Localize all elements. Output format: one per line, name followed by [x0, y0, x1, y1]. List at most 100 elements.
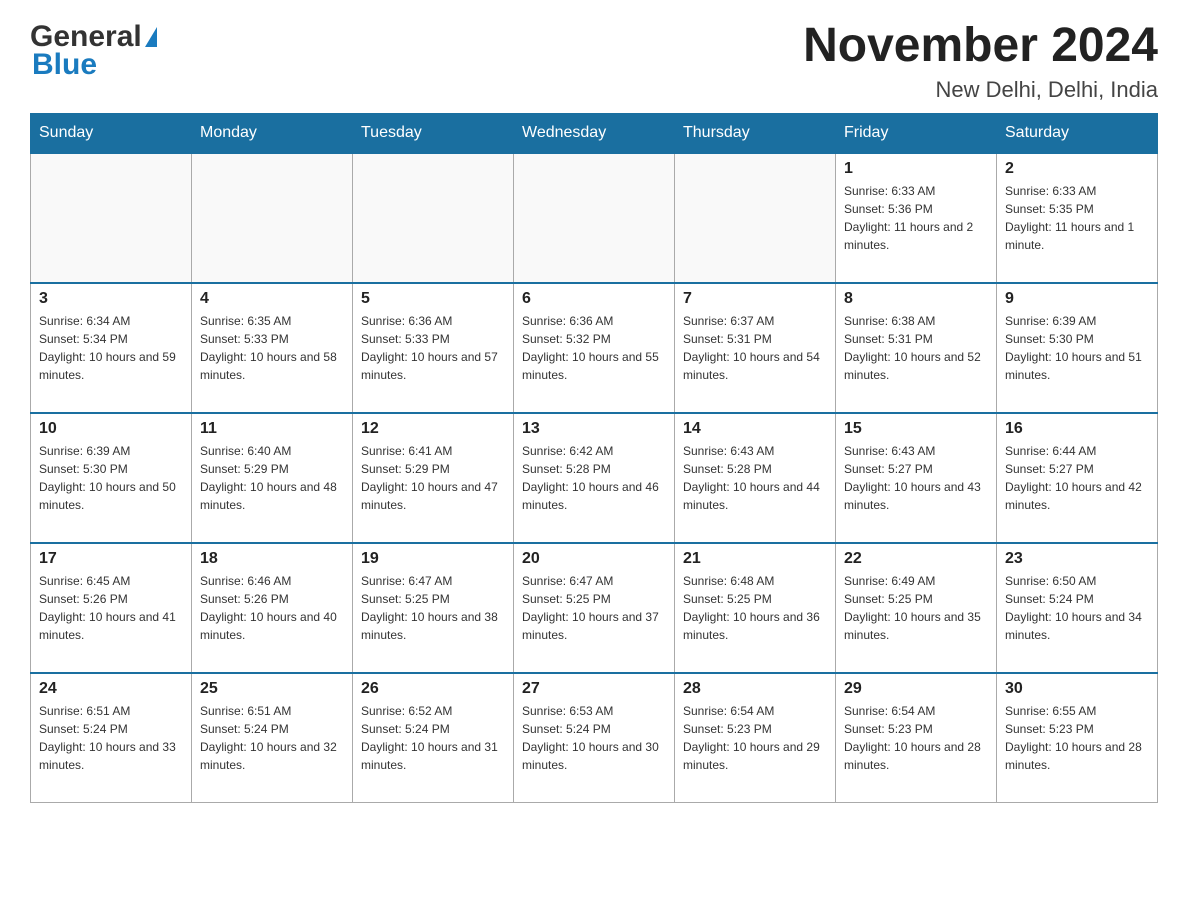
calendar-day-cell: 30 Sunrise: 6:55 AMSunset: 5:23 PMDayligh…: [997, 673, 1158, 803]
calendar-day-cell: 11 Sunrise: 6:40 AMSunset: 5:29 PMDayligh…: [192, 413, 353, 543]
calendar-week-row: 24 Sunrise: 6:51 AMSunset: 5:24 PMDayligh…: [31, 673, 1158, 803]
calendar-day-cell: 8 Sunrise: 6:38 AMSunset: 5:31 PMDaylight…: [836, 283, 997, 413]
calendar-day-cell: [31, 153, 192, 283]
day-of-week-header: Sunday: [31, 113, 192, 153]
day-number: 17: [39, 550, 183, 568]
day-number: 3: [39, 290, 183, 308]
calendar-day-cell: 9 Sunrise: 6:39 AMSunset: 5:30 PMDaylight…: [997, 283, 1158, 413]
calendar-day-cell: [192, 153, 353, 283]
day-number: 24: [39, 680, 183, 698]
calendar-day-cell: 15Sunrise: 6:43 AMSunset: 5:27 PMDayligh…: [836, 413, 997, 543]
day-of-week-header: Wednesday: [514, 113, 675, 153]
day-number: 6: [522, 290, 666, 308]
calendar-day-cell: 14 Sunrise: 6:43 AMSunset: 5:28 PMDayligh…: [675, 413, 836, 543]
logo: General Blue: [30, 20, 157, 82]
day-info: Sunrise: 6:40 AMSunset: 5:29 PMDaylight:…: [200, 442, 344, 514]
calendar-day-cell: 1 Sunrise: 6:33 AMSunset: 5:36 PMDaylight…: [836, 153, 997, 283]
day-info: Sunrise: 6:34 AMSunset: 5:34 PMDaylight:…: [39, 312, 183, 384]
calendar-day-cell: 22 Sunrise: 6:49 AMSunset: 5:25 PMDayligh…: [836, 543, 997, 673]
calendar-day-cell: 7 Sunrise: 6:37 AMSunset: 5:31 PMDaylight…: [675, 283, 836, 413]
day-number: 30: [1005, 680, 1149, 698]
logo-triangle-icon: [145, 27, 157, 47]
calendar-day-cell: 20Sunrise: 6:47 AMSunset: 5:25 PMDayligh…: [514, 543, 675, 673]
day-info: Sunrise: 6:43 AMSunset: 5:28 PMDaylight:…: [683, 442, 827, 514]
calendar-day-cell: 25 Sunrise: 6:51 AMSunset: 5:24 PMDayligh…: [192, 673, 353, 803]
day-info: Sunrise: 6:55 AMSunset: 5:23 PMDaylight:…: [1005, 702, 1149, 774]
day-info: Sunrise: 6:54 AMSunset: 5:23 PMDaylight:…: [683, 702, 827, 774]
calendar-day-cell: 5 Sunrise: 6:36 AMSunset: 5:33 PMDaylight…: [353, 283, 514, 413]
calendar-day-cell: 2Sunrise: 6:33 AMSunset: 5:35 PMDaylight…: [997, 153, 1158, 283]
calendar-day-cell: 3 Sunrise: 6:34 AMSunset: 5:34 PMDaylight…: [31, 283, 192, 413]
day-number: 25: [200, 680, 344, 698]
day-info: Sunrise: 6:51 AMSunset: 5:24 PMDaylight:…: [39, 702, 183, 774]
calendar-header-row: SundayMondayTuesdayWednesdayThursdayFrid…: [31, 113, 1158, 153]
calendar-day-cell: 4 Sunrise: 6:35 AMSunset: 5:33 PMDaylight…: [192, 283, 353, 413]
day-info: Sunrise: 6:45 AMSunset: 5:26 PMDaylight:…: [39, 572, 183, 644]
day-of-week-header: Thursday: [675, 113, 836, 153]
day-info: Sunrise: 6:51 AMSunset: 5:24 PMDaylight:…: [200, 702, 344, 774]
day-info: Sunrise: 6:38 AMSunset: 5:31 PMDaylight:…: [844, 312, 988, 384]
calendar-week-row: 3 Sunrise: 6:34 AMSunset: 5:34 PMDaylight…: [31, 283, 1158, 413]
day-info: Sunrise: 6:36 AMSunset: 5:33 PMDaylight:…: [361, 312, 505, 384]
day-info: Sunrise: 6:37 AMSunset: 5:31 PMDaylight:…: [683, 312, 827, 384]
day-info: Sunrise: 6:50 AMSunset: 5:24 PMDaylight:…: [1005, 572, 1149, 644]
day-number: 4: [200, 290, 344, 308]
day-number: 8: [844, 290, 988, 308]
day-info: Sunrise: 6:36 AMSunset: 5:32 PMDaylight:…: [522, 312, 666, 384]
day-number: 7: [683, 290, 827, 308]
day-info: Sunrise: 6:48 AMSunset: 5:25 PMDaylight:…: [683, 572, 827, 644]
month-title: November 2024: [803, 20, 1158, 73]
calendar-day-cell: 19Sunrise: 6:47 AMSunset: 5:25 PMDayligh…: [353, 543, 514, 673]
calendar-day-cell: 21Sunrise: 6:48 AMSunset: 5:25 PMDayligh…: [675, 543, 836, 673]
day-info: Sunrise: 6:53 AMSunset: 5:24 PMDaylight:…: [522, 702, 666, 774]
day-number: 14: [683, 420, 827, 438]
calendar-day-cell: 27Sunrise: 6:53 AMSunset: 5:24 PMDayligh…: [514, 673, 675, 803]
day-number: 13: [522, 420, 666, 438]
title-section: November 2024 New Delhi, Delhi, India: [803, 20, 1158, 103]
day-number: 12: [361, 420, 505, 438]
day-info: Sunrise: 6:54 AMSunset: 5:23 PMDaylight:…: [844, 702, 988, 774]
day-info: Sunrise: 6:43 AMSunset: 5:27 PMDaylight:…: [844, 442, 988, 514]
calendar-day-cell: 23 Sunrise: 6:50 AMSunset: 5:24 PMDayligh…: [997, 543, 1158, 673]
calendar-day-cell: [514, 153, 675, 283]
day-info: Sunrise: 6:49 AMSunset: 5:25 PMDaylight:…: [844, 572, 988, 644]
calendar-table: SundayMondayTuesdayWednesdayThursdayFrid…: [30, 113, 1158, 804]
day-of-week-header: Saturday: [997, 113, 1158, 153]
calendar-day-cell: 12Sunrise: 6:41 AMSunset: 5:29 PMDayligh…: [353, 413, 514, 543]
day-info: Sunrise: 6:44 AMSunset: 5:27 PMDaylight:…: [1005, 442, 1149, 514]
calendar-day-cell: 16Sunrise: 6:44 AMSunset: 5:27 PMDayligh…: [997, 413, 1158, 543]
calendar-week-row: 17 Sunrise: 6:45 AMSunset: 5:26 PMDayligh…: [31, 543, 1158, 673]
calendar-day-cell: 26 Sunrise: 6:52 AMSunset: 5:24 PMDayligh…: [353, 673, 514, 803]
day-info: Sunrise: 6:47 AMSunset: 5:25 PMDaylight:…: [522, 572, 666, 644]
calendar-day-cell: 13 Sunrise: 6:42 AMSunset: 5:28 PMDayligh…: [514, 413, 675, 543]
day-number: 9: [1005, 290, 1149, 308]
day-number: 5: [361, 290, 505, 308]
calendar-day-cell: [675, 153, 836, 283]
day-of-week-header: Friday: [836, 113, 997, 153]
day-info: Sunrise: 6:33 AMSunset: 5:36 PMDaylight:…: [844, 182, 988, 254]
day-info: Sunrise: 6:35 AMSunset: 5:33 PMDaylight:…: [200, 312, 344, 384]
day-number: 1: [844, 160, 988, 178]
day-of-week-header: Tuesday: [353, 113, 514, 153]
day-number: 23: [1005, 550, 1149, 568]
day-number: 19: [361, 550, 505, 568]
logo-blue-text: Blue: [32, 48, 157, 82]
day-number: 10: [39, 420, 183, 438]
day-info: Sunrise: 6:39 AMSunset: 5:30 PMDaylight:…: [39, 442, 183, 514]
calendar-day-cell: 24 Sunrise: 6:51 AMSunset: 5:24 PMDayligh…: [31, 673, 192, 803]
calendar-day-cell: 17 Sunrise: 6:45 AMSunset: 5:26 PMDayligh…: [31, 543, 192, 673]
day-info: Sunrise: 6:39 AMSunset: 5:30 PMDaylight:…: [1005, 312, 1149, 384]
day-of-week-header: Monday: [192, 113, 353, 153]
day-info: Sunrise: 6:52 AMSunset: 5:24 PMDaylight:…: [361, 702, 505, 774]
day-number: 11: [200, 420, 344, 438]
day-number: 28: [683, 680, 827, 698]
calendar-day-cell: 10 Sunrise: 6:39 AMSunset: 5:30 PMDayligh…: [31, 413, 192, 543]
page-header: General Blue November 2024 New Delhi, De…: [30, 20, 1158, 103]
day-number: 26: [361, 680, 505, 698]
calendar-week-row: 1 Sunrise: 6:33 AMSunset: 5:36 PMDaylight…: [31, 153, 1158, 283]
day-info: Sunrise: 6:46 AMSunset: 5:26 PMDaylight:…: [200, 572, 344, 644]
day-number: 22: [844, 550, 988, 568]
day-number: 29: [844, 680, 988, 698]
calendar-day-cell: [353, 153, 514, 283]
day-info: Sunrise: 6:42 AMSunset: 5:28 PMDaylight:…: [522, 442, 666, 514]
